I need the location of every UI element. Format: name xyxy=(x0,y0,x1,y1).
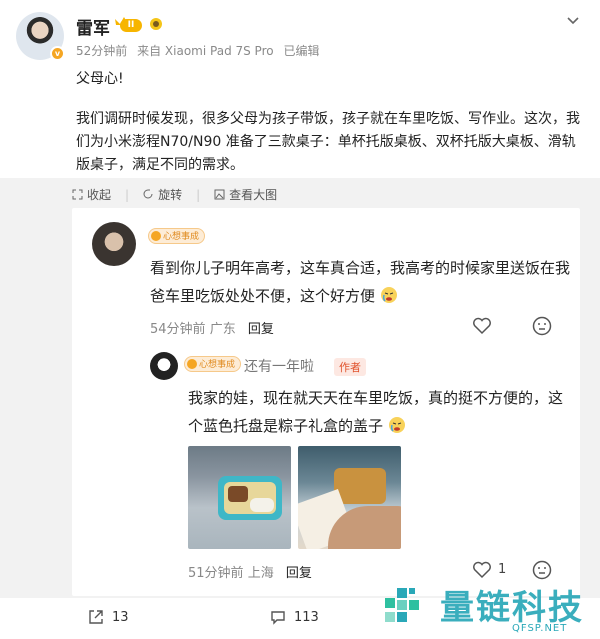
tiger-icon xyxy=(187,359,197,369)
post-edited: 已编辑 xyxy=(283,44,320,58)
dislike-face-icon[interactable] xyxy=(532,560,552,580)
replier-avatar[interactable] xyxy=(150,352,178,380)
divider: | xyxy=(196,187,201,202)
author-name[interactable]: 雷军 xyxy=(76,14,110,39)
fan-badge: 心想事成 xyxy=(148,228,206,244)
comment-location: 广东 xyxy=(209,322,236,337)
crying-emoji-icon xyxy=(388,417,405,433)
collapse-button[interactable]: 收起 xyxy=(72,186,111,203)
post-meta: 52分钟前 来自 Xiaomi Pad 7S Pro 已编辑 xyxy=(76,42,325,59)
reply-text: 我家的娃，现在就天天在车里吃饭，真的挺不方便的，这个蓝色托盘是粽子礼盒的盖子 xyxy=(188,384,568,440)
rotate-button[interactable]: 旋转 xyxy=(143,186,182,203)
heart-icon[interactable] xyxy=(472,317,492,335)
heart-icon[interactable] xyxy=(472,561,492,579)
divider: | xyxy=(125,187,130,202)
crying-emoji-icon xyxy=(380,287,397,303)
collapse-icon xyxy=(72,189,83,200)
post-time: 52分钟前 xyxy=(76,44,128,58)
post-body: 我们调研时候发现，很多父母为孩子带饭，孩子就在车里吃饭、写作业。这次，我们为小米… xyxy=(76,111,580,173)
watermark-logo-icon xyxy=(385,588,419,622)
food xyxy=(228,486,248,502)
comment-text-content: 看到你儿子明年高考，这车真合适，我高考的时候家里送饭在我爸车里吃饭处处不便，这个… xyxy=(150,259,571,305)
fan-badge-label: 心想事成 xyxy=(163,232,200,242)
watermark-text: 量链科技 xyxy=(440,588,584,628)
view-image-icon xyxy=(214,189,225,200)
view-large-label: 查看大图 xyxy=(229,188,278,202)
replier-name[interactable]: 还有一年啦 xyxy=(244,356,314,376)
watermark-url: QFSP.NET xyxy=(512,623,568,634)
tiger-icon xyxy=(151,231,161,241)
comment-meta: 54分钟前 广东 回复 xyxy=(150,318,274,337)
view-large-button[interactable]: 查看大图 xyxy=(214,186,277,203)
comment-time: 54分钟前 xyxy=(150,322,206,337)
rice xyxy=(250,498,274,512)
comment-button[interactable]: 113 xyxy=(270,609,319,625)
reply-photo-1[interactable] xyxy=(188,446,291,549)
reply-like-count: 1 xyxy=(498,562,507,577)
author-tag: 作者 xyxy=(334,358,366,376)
level-badge: II xyxy=(120,19,142,32)
commenter-avatar[interactable] xyxy=(92,222,136,266)
fan-badge: 心想事成 xyxy=(184,356,242,372)
share-button[interactable]: 13 xyxy=(88,609,129,625)
verified-badge-icon: v xyxy=(50,46,65,61)
reply-location: 上海 xyxy=(247,566,274,581)
rotate-icon xyxy=(143,189,153,199)
rotate-label: 旋转 xyxy=(158,188,183,202)
post-source: 来自 Xiaomi Pad 7S Pro xyxy=(137,44,274,58)
sunflower-icon xyxy=(150,18,162,30)
collapse-label: 收起 xyxy=(87,188,112,202)
comment-reply-button[interactable]: 回复 xyxy=(248,322,274,337)
reply-reply-button[interactable]: 回复 xyxy=(286,566,312,581)
reply-text-content: 我家的娃，现在就天天在车里吃饭，真的挺不方便的，这个蓝色托盘是粽子礼盒的盖子 xyxy=(188,389,564,435)
share-count: 13 xyxy=(112,609,129,625)
comment-icon xyxy=(271,611,285,625)
dislike-face-icon[interactable] xyxy=(532,316,552,336)
comment-count: 113 xyxy=(294,609,319,625)
reply-photo-2[interactable] xyxy=(298,446,401,549)
reply-time: 51分钟前 xyxy=(188,566,244,581)
post-header: v 雷军 II 52分钟前 来自 Xiaomi Pad 7S Pro 已编辑 xyxy=(0,0,600,68)
share-icon xyxy=(89,610,103,624)
fan-badge-label: 心想事成 xyxy=(199,360,236,370)
comment-text: 看到你儿子明年高考，这车真合适，我高考的时候家里送饭在我爸车里吃饭处处不便，这个… xyxy=(150,254,570,310)
image-actions: 收起 | 旋转 | 查看大图 xyxy=(72,186,277,203)
post-first-line: 父母心! xyxy=(76,71,124,87)
reply-meta: 51分钟前 上海 回复 xyxy=(188,562,312,581)
chevron-down-icon[interactable] xyxy=(566,16,580,26)
